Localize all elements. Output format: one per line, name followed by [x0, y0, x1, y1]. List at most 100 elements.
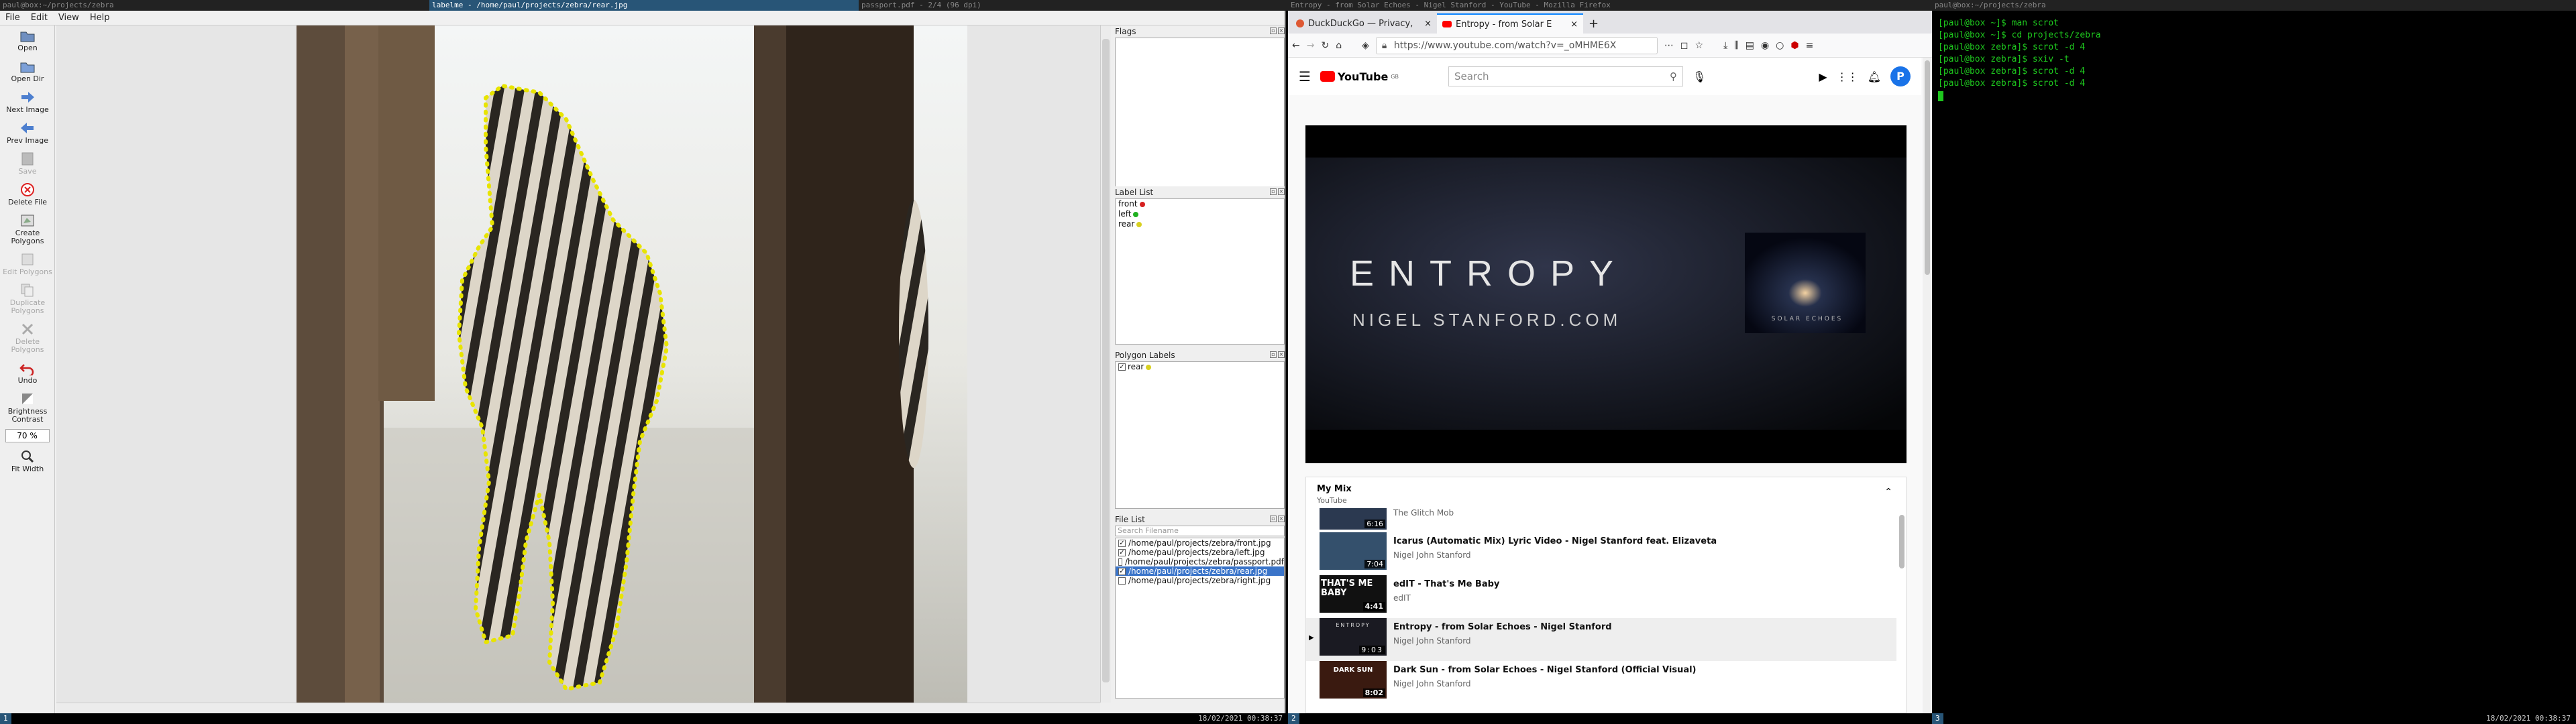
mix-item[interactable]: 6:16 The Glitch Mob [1320, 508, 1896, 532]
more-icon[interactable]: ⋯ [1664, 40, 1674, 51]
file-item[interactable]: ✓/home/paul/projects/zebra/front.jpg [1116, 538, 1284, 548]
youtube-logo[interactable]: YouTube GB [1320, 70, 1399, 83]
float-icon[interactable]: ▫ [1270, 516, 1277, 522]
canvas-horizontal-scrollbar[interactable] [56, 703, 1100, 713]
save-button[interactable]: Save [0, 149, 55, 180]
checkbox[interactable]: ✓ [1118, 567, 1126, 575]
search-icon[interactable]: ⚲ [1670, 67, 1677, 86]
shield-icon[interactable]: ◈ [1362, 40, 1369, 51]
file-item[interactable]: /home/paul/projects/zebra/right.jpg [1116, 576, 1284, 585]
menu-help[interactable]: Help [85, 13, 115, 23]
addon-icon[interactable]: ○ [1776, 40, 1784, 51]
title-zathura[interactable]: passport.pdf - 2/4 (96 dpi) [859, 0, 1288, 11]
open-dir-button[interactable]: Open Dir [0, 56, 55, 87]
video-player[interactable]: ENTROPY NIGEL STANFORD.COM SOLAR ECHOES [1305, 125, 1907, 463]
label-item-rear[interactable]: rear [1116, 219, 1284, 229]
title-labelme[interactable]: labelme - /home/paul/projects/zebra/rear… [429, 0, 859, 11]
delete-polygons-button[interactable]: Delete Polygons [0, 319, 55, 358]
menu-edit[interactable]: Edit [25, 13, 53, 23]
collapse-chevron-icon[interactable]: ⌃ [1884, 487, 1892, 497]
tab-duckduckgo[interactable]: DuckDuckGo — Privacy, × [1291, 13, 1437, 34]
mix-scrollbar[interactable] [1899, 515, 1904, 568]
home-icon[interactable]: ⌂ [1336, 40, 1342, 51]
workspace-2-button[interactable]: 2 [1288, 713, 1299, 724]
forward-icon[interactable]: → [1307, 40, 1315, 51]
hamburger-icon[interactable]: ☰ [1299, 68, 1311, 84]
pocket-icon[interactable]: ◻ [1680, 40, 1688, 51]
create-video-icon[interactable]: ▶ [1819, 70, 1827, 83]
checkbox[interactable]: ✓ [1118, 539, 1126, 547]
float-icon[interactable]: ▫ [1270, 27, 1277, 34]
close-tab-icon[interactable]: × [1570, 19, 1578, 29]
create-polygons-button[interactable]: Create Polygons [0, 210, 55, 249]
close-icon[interactable]: × [1278, 516, 1285, 522]
close-icon[interactable]: × [1278, 27, 1285, 34]
mix-item[interactable]: 7:04 Icarus (Automatic Mix) Lyric Video … [1320, 532, 1896, 572]
float-icon[interactable]: ▫ [1270, 351, 1277, 358]
title-terminal[interactable]: paul@box:~/projects/zebra [1932, 0, 2576, 11]
image-canvas[interactable] [56, 25, 1111, 703]
polygon-item-rear[interactable]: ✓ rear [1116, 362, 1284, 372]
reload-icon[interactable]: ↻ [1321, 40, 1329, 51]
ublock-icon[interactable]: ⬢ [1790, 40, 1799, 51]
mix-list[interactable]: 6:16 The Glitch Mob 7:04 Icarus (Automat… [1306, 508, 1896, 713]
next-image-button[interactable]: Next Image [0, 87, 55, 118]
flags-list[interactable] [1115, 38, 1285, 188]
polygon-labels-list[interactable]: ✓ rear [1115, 361, 1285, 509]
zoom-input[interactable]: 70 % [5, 429, 50, 442]
terminal-window[interactable]: [paul@box ~]$ man scrot [paul@box ~]$ cd… [1934, 11, 2576, 713]
menu-view[interactable]: View [53, 13, 85, 23]
menu-file[interactable]: File [0, 13, 25, 23]
download-icon[interactable]: ⤓ [1723, 40, 1727, 51]
duplicate-polygons-button[interactable]: Duplicate Polygons [0, 280, 55, 319]
new-tab-button[interactable]: + [1583, 13, 1603, 34]
label-item-left[interactable]: left [1116, 209, 1284, 219]
canvas-vertical-scrollbar[interactable] [1100, 25, 1111, 703]
menu-icon[interactable]: ≡ [1806, 40, 1814, 51]
extension-icon[interactable]: ◉ [1761, 40, 1769, 51]
back-icon[interactable]: ← [1292, 40, 1300, 51]
file-item[interactable]: /home/paul/projects/zebra/passport.pdf [1116, 557, 1284, 566]
microphone-icon[interactable]: 🎙︎ [1693, 70, 1706, 83]
edit-polygons-button[interactable]: Edit Polygons [0, 249, 55, 280]
zebra-image[interactable] [56, 25, 1111, 703]
label-list[interactable]: front left rear [1115, 198, 1285, 345]
url-bar[interactable]: 🔒︎ https://www.youtube.com/watch?v=_oMHM… [1375, 36, 1658, 54]
page-scrollbar[interactable] [1923, 58, 1932, 713]
notification-bell-icon[interactable]: 🔔︎ [1868, 70, 1881, 83]
undo-button[interactable]: Undo [0, 358, 55, 389]
mix-item-playing[interactable]: ▶ ENTROPY 9:03 Entropy - from Solar Echoe… [1306, 618, 1896, 661]
close-tab-icon[interactable]: × [1424, 19, 1432, 29]
youtube-search-input[interactable]: Search ⚲ [1448, 66, 1683, 86]
checkbox[interactable]: ✓ [1118, 548, 1126, 556]
close-icon[interactable]: × [1278, 351, 1285, 358]
workspace-1-button[interactable]: 1 [0, 713, 11, 724]
bookmark-star-icon[interactable]: ☆ [1695, 40, 1704, 51]
mix-item[interactable]: THAT'S ME BABY 4:41 edIT - That's Me Baby… [1320, 575, 1896, 615]
tab-youtube[interactable]: Entropy - from Solar E × [1437, 13, 1583, 34]
mix-item-artist: The Glitch Mob [1393, 508, 1454, 518]
file-item[interactable]: ✓/home/paul/projects/zebra/left.jpg [1116, 548, 1284, 557]
float-icon[interactable]: ▫ [1270, 188, 1277, 195]
avatar[interactable]: P [1890, 66, 1911, 86]
checkbox[interactable] [1118, 577, 1126, 585]
file-list[interactable]: ✓/home/paul/projects/zebra/front.jpg ✓/h… [1115, 538, 1285, 699]
sidebar-icon[interactable]: ▤ [1746, 40, 1754, 51]
prev-image-button[interactable]: Prev Image [0, 118, 55, 149]
brightness-contrast-button[interactable]: Brightness Contrast [0, 389, 55, 428]
workspace-3-button[interactable]: 3 [1932, 713, 1943, 724]
label-item-front[interactable]: front [1116, 199, 1284, 209]
search-filename-input[interactable]: Search Filename [1115, 526, 1285, 536]
mix-item[interactable]: DARK SUN 8:02 Dark Sun - from Solar Echoe… [1320, 661, 1896, 701]
library-icon[interactable]: ⫼ [1734, 40, 1738, 51]
checkbox[interactable]: ✓ [1118, 363, 1126, 371]
open-button[interactable]: Open [0, 25, 55, 56]
fit-width-button[interactable]: Fit Width [0, 446, 55, 477]
file-item-selected[interactable]: ✓/home/paul/projects/zebra/rear.jpg [1116, 566, 1284, 576]
duckduckgo-icon [1296, 19, 1304, 27]
title-firefox[interactable]: Entropy - from Solar Echoes - Nigel Stan… [1288, 0, 1932, 11]
delete-file-button[interactable]: Delete File [0, 180, 55, 210]
checkbox[interactable] [1118, 558, 1123, 566]
close-icon[interactable]: × [1278, 188, 1285, 195]
apps-icon[interactable]: ⋮⋮ [1837, 70, 1858, 83]
